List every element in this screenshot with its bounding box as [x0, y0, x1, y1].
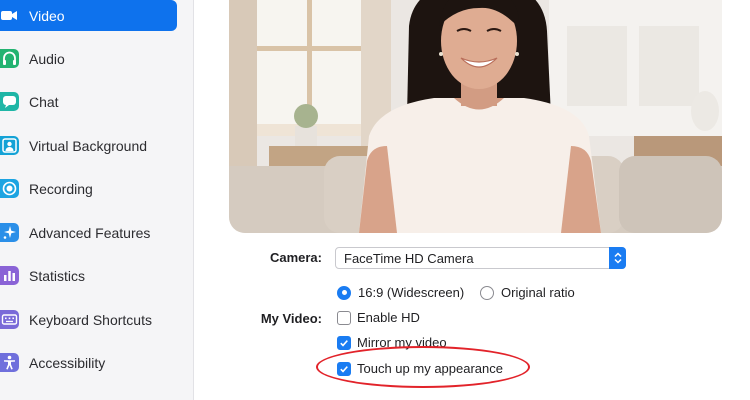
mirror-video-checkbox[interactable]: [337, 335, 351, 350]
headphones-icon: [0, 49, 19, 68]
sidebar-item-label: Statistics: [29, 267, 86, 284]
touch-up-appearance-checkbox[interactable]: [337, 361, 351, 376]
sidebar-item-label: Keyboard Shortcuts: [29, 311, 152, 328]
touch-up-appearance-label: Touch up my appearance: [357, 361, 503, 376]
sidebar-item-label: Advanced Features: [29, 224, 151, 241]
sparkle-icon: [0, 223, 19, 242]
ratio-original-label: Original ratio: [501, 285, 575, 300]
sidebar-item-video[interactable]: Video: [0, 0, 177, 31]
enable-hd-label: Enable HD: [357, 310, 420, 325]
camera-select-value: FaceTime HD Camera: [344, 250, 474, 266]
ratio-widescreen-label: 16:9 (Widescreen): [358, 285, 465, 300]
sidebar-item-label: Audio: [29, 50, 65, 67]
camera-preview: [229, 0, 722, 233]
mirror-video-label: Mirror my video: [357, 335, 447, 350]
video-camera-icon: [0, 6, 19, 25]
ratio-widescreen-option[interactable]: 16:9 (Widescreen): [337, 285, 464, 300]
keyboard-icon: [0, 310, 19, 329]
ratio-original-option[interactable]: Original ratio: [480, 285, 575, 300]
sidebar-item-label: Video: [29, 7, 65, 24]
chat-bubble-icon: [0, 92, 19, 111]
ratio-widescreen-radio[interactable]: [337, 285, 351, 300]
camera-preview-image: [229, 0, 722, 233]
enable-hd-option[interactable]: Enable HD: [337, 310, 420, 325]
settings-window: Video Audio Chat Virtual Background Reco: [0, 0, 750, 400]
accessibility-icon: [0, 353, 19, 372]
touch-up-appearance-option[interactable]: Touch up my appearance: [337, 361, 503, 376]
sidebar-item-recording[interactable]: Recording: [0, 173, 177, 204]
sidebar-item-virtual-background[interactable]: Virtual Background: [0, 130, 177, 161]
sidebar-item-statistics[interactable]: Statistics: [0, 260, 177, 291]
camera-select[interactable]: FaceTime HD Camera: [335, 247, 626, 269]
ratio-original-radio[interactable]: [480, 285, 494, 300]
sidebar-item-accessibility[interactable]: Accessibility: [0, 347, 177, 378]
sidebar-item-keyboard-shortcuts[interactable]: Keyboard Shortcuts: [0, 304, 177, 335]
sidebar-item-label: Virtual Background: [29, 137, 148, 154]
enable-hd-checkbox[interactable]: [337, 310, 351, 325]
person-background-icon: [0, 136, 19, 155]
mirror-video-option[interactable]: Mirror my video: [337, 335, 447, 350]
sidebar-item-label: Chat: [29, 93, 59, 110]
sidebar-item-chat[interactable]: Chat: [0, 86, 177, 117]
my-video-label: My Video:: [260, 311, 322, 326]
sidebar-item-audio[interactable]: Audio: [0, 43, 177, 74]
camera-label: Camera:: [269, 250, 322, 265]
sidebar-item-label: Accessibility: [29, 354, 106, 371]
sidebar-item-advanced-features[interactable]: Advanced Features: [0, 217, 177, 248]
sidebar-item-label: Recording: [29, 180, 93, 197]
checkmark-icon: [340, 339, 348, 347]
checkmark-icon: [340, 365, 348, 373]
record-icon: [0, 179, 19, 198]
settings-sidebar: Video Audio Chat Virtual Background Reco: [0, 0, 194, 400]
bar-chart-icon: [0, 266, 19, 285]
select-updown-arrows-icon: [609, 247, 626, 269]
